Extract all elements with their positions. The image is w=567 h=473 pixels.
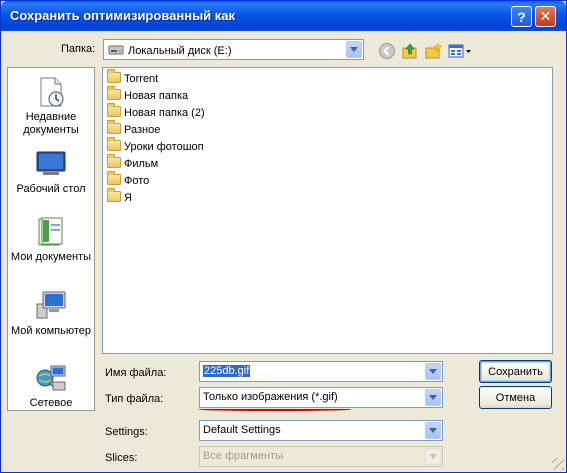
save-dialog: Сохранить оптимизированный как ? ✕ Папка… <box>0 0 567 473</box>
place-label: Сетевое <box>29 397 73 409</box>
window-title: Сохранить оптимизированный как <box>10 8 236 23</box>
filetype-select[interactable]: Только изображения (*.gif) <box>199 387 443 408</box>
place-desktop[interactable]: Рабочий стол <box>8 148 94 196</box>
list-item[interactable]: Разное <box>107 120 160 139</box>
folder-icon <box>107 120 121 134</box>
folder-icon <box>107 69 121 83</box>
help-button[interactable]: ? <box>511 6 532 27</box>
lookin-value: Локальный диск (E:) <box>128 45 232 57</box>
filetype-value: Только изображения (*.gif) <box>203 391 338 403</box>
back-icon[interactable] <box>378 42 396 60</box>
save-button[interactable]: Сохранить <box>479 360 552 383</box>
filename-input[interactable]: 225db.gif <box>199 361 443 382</box>
list-item[interactable]: Я <box>107 188 132 207</box>
place-my-computer[interactable]: Мой компьютер <box>8 290 94 338</box>
place-label: Недавние документы <box>23 111 79 136</box>
folder-icon <box>107 137 121 151</box>
folder-icon <box>107 188 121 202</box>
chevron-down-icon[interactable] <box>425 363 441 380</box>
folder-icon <box>107 86 121 100</box>
list-item[interactable]: Новая папка <box>107 86 188 105</box>
chevron-down-icon <box>425 448 441 465</box>
desktop-icon <box>36 151 66 175</box>
chevron-down-icon[interactable] <box>425 422 441 439</box>
place-label: Рабочий стол <box>16 183 86 195</box>
settings-select[interactable]: Default Settings <box>199 420 443 441</box>
my-computer-icon <box>36 291 66 319</box>
recent-documents-icon <box>40 77 64 107</box>
chevron-down-icon[interactable] <box>425 389 441 406</box>
close-button[interactable]: ✕ <box>535 6 556 27</box>
place-recent-documents[interactable]: Недавние документы <box>8 76 94 137</box>
views-menu-icon[interactable] <box>448 42 472 60</box>
place-my-documents[interactable]: Мои документы <box>8 216 94 264</box>
slices-select: Все фрагменты <box>199 446 443 467</box>
folder-icon <box>107 103 121 117</box>
cancel-button[interactable]: Отмена <box>479 386 552 409</box>
filename-label: Имя файла: <box>105 367 167 379</box>
places-bar: Недавние документы Рабочий стол Мои доку… <box>7 67 95 411</box>
up-folder-icon[interactable] <box>401 42 419 60</box>
settings-label: Settings: <box>105 426 148 438</box>
resize-grip[interactable] <box>552 458 564 470</box>
folder-icon <box>107 154 121 168</box>
place-label: Мой компьютер <box>10 325 92 337</box>
list-item[interactable]: Уроки фотошоп <box>107 137 204 156</box>
lookin-label: Папка: <box>61 43 96 55</box>
slices-label: Slices: <box>105 452 138 464</box>
filename-value: 225db.gif <box>203 365 251 377</box>
new-folder-icon[interactable] <box>424 42 442 60</box>
title-bar[interactable]: Сохранить оптимизированный как ? ✕ <box>1 1 566 31</box>
place-label: Мои документы <box>10 251 92 263</box>
file-list[interactable]: Torrent Новая папка Новая папка (2) Разн… <box>102 67 553 354</box>
folder-icon <box>107 171 121 185</box>
place-network[interactable]: Сетевое <box>8 362 94 410</box>
slices-value: Все фрагменты <box>203 450 284 462</box>
filetype-label: Тип файла: <box>105 393 164 405</box>
drive-icon <box>108 45 124 55</box>
settings-value: Default Settings <box>203 424 281 436</box>
chevron-down-icon[interactable] <box>346 41 362 58</box>
network-icon <box>36 365 66 391</box>
lookin-combo[interactable]: Локальный диск (E:) <box>103 39 364 60</box>
annotation-underline <box>199 408 351 411</box>
list-item[interactable]: Новая папка (2) <box>107 103 205 122</box>
my-documents-icon <box>38 217 63 246</box>
